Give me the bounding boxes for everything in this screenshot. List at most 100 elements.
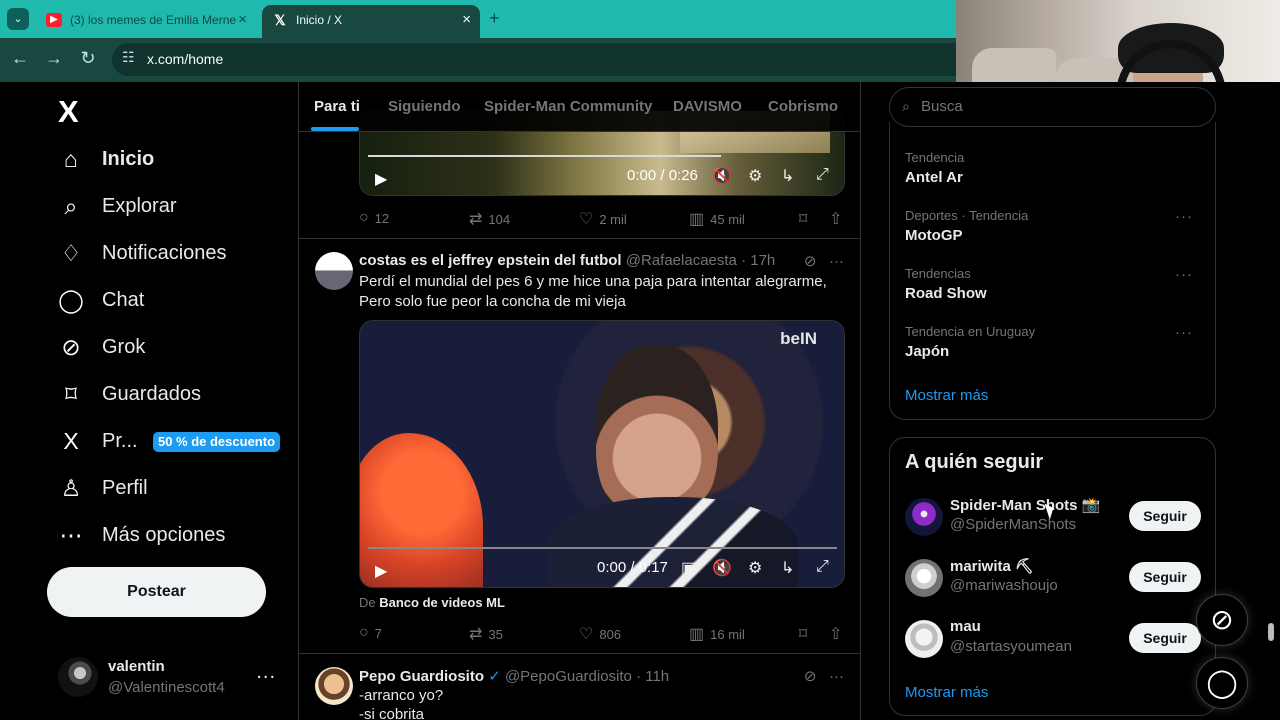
suggestion-name[interactable]: mariwita ⛏ xyxy=(950,557,1034,575)
more-icon[interactable]: ··· xyxy=(829,668,844,685)
url-field[interactable]: ☷ x.com/home xyxy=(112,43,956,76)
trend-item[interactable]: Tendencia en Uruguay Japón ··· xyxy=(905,324,1201,372)
bookmark-button[interactable]: ⌑ xyxy=(799,624,807,644)
scrollbar-thumb[interactable] xyxy=(1268,623,1274,641)
tab-spider-man-community[interactable]: Spider-Man Community xyxy=(484,98,652,115)
follow-button[interactable]: Seguir xyxy=(1129,623,1201,653)
author-handle[interactable]: @PepoGuardiosito xyxy=(505,668,632,685)
reload-icon[interactable]: ↻ xyxy=(77,47,99,69)
play-icon[interactable]: ▶ xyxy=(375,561,387,581)
video-player[interactable]: beIN ▶ 0:00 / 0:17 ▣ 🔇 ⚙ ↳ ⤢ xyxy=(359,320,845,588)
nav-notifications[interactable]: ♢ Notificaciones xyxy=(58,234,227,272)
nav-chat[interactable]: ◯ Chat xyxy=(58,281,144,319)
follow-suggestion[interactable]: mariwita ⛏ @mariwashoujo Seguir xyxy=(905,557,1201,607)
follow-suggestion[interactable]: Spider-Man Shots 📸 @SpiderManShots Segui… xyxy=(905,496,1201,546)
show-more-link[interactable]: Mostrar más xyxy=(905,684,988,701)
avatar[interactable] xyxy=(905,559,943,597)
nav-profile[interactable]: ♙ Perfil xyxy=(58,469,148,507)
source-link[interactable]: Banco de videos ML xyxy=(379,595,505,610)
suggestion-handle[interactable]: @mariwashoujo xyxy=(950,577,1058,594)
more-icon[interactable]: ··· xyxy=(1175,266,1193,283)
trend-item[interactable]: Tendencias Road Show ··· xyxy=(905,266,1201,314)
avatar[interactable] xyxy=(315,667,353,705)
account-switcher[interactable]: valentin @Valentinescott4 ... xyxy=(58,652,286,702)
more-icon[interactable]: ··· xyxy=(1175,208,1193,225)
views-button[interactable]: ▥ 16 mil xyxy=(689,624,745,644)
nav-more-options[interactable]: ⋯ Más opciones xyxy=(58,516,226,554)
nav-bookmarks[interactable]: ⌑ Guardados xyxy=(58,375,201,413)
tab-search-button[interactable]: ⌄ xyxy=(7,8,29,30)
tab-siguiendo[interactable]: Siguiendo xyxy=(388,98,461,115)
trend-item[interactable]: Deportes · Tendencia MotoGP ··· xyxy=(905,208,1201,256)
bookmark-button[interactable]: ⌑ xyxy=(799,209,807,229)
grok-icon[interactable]: ⊘ xyxy=(804,668,817,685)
tab-x-home[interactable]: 𝕏 Inicio / X × xyxy=(262,5,480,38)
play-icon[interactable]: ▶ xyxy=(375,169,387,189)
follow-button[interactable]: Seguir xyxy=(1129,501,1201,531)
suggestion-name[interactable]: Spider-Man Shots 📸 xyxy=(950,496,1100,514)
captions-icon[interactable]: ▣ xyxy=(681,558,696,578)
reply-button[interactable]: ○ 7 xyxy=(359,624,382,642)
views-button[interactable]: ▥ 45 mil xyxy=(689,209,745,229)
reply-button[interactable]: ○ 12 xyxy=(359,209,389,227)
video-progress[interactable] xyxy=(368,547,838,549)
author-name[interactable]: costas es el jeffrey epstein del futbol xyxy=(359,252,622,269)
new-tab-button[interactable]: + xyxy=(489,8,500,29)
follow-suggestion[interactable]: mau @startasyoumean Seguir xyxy=(905,618,1201,668)
author-handle[interactable]: @Rafaelacaesta xyxy=(626,252,737,269)
author-name[interactable]: Pepo Guardiosito xyxy=(359,668,484,685)
show-more-link[interactable]: Mostrar más xyxy=(905,387,988,404)
settings-icon[interactable]: ⚙ xyxy=(748,558,762,578)
tweet-time[interactable]: · 17h xyxy=(741,252,775,269)
more-icon[interactable]: ... xyxy=(256,661,276,684)
chat-floating-button[interactable]: ◯ xyxy=(1196,657,1248,709)
more-icon[interactable]: ··· xyxy=(829,253,844,270)
nav-premium[interactable]: X Pr... xyxy=(58,422,137,460)
page-scrollbar[interactable] xyxy=(1267,162,1275,712)
repost-button[interactable]: ⇄ 35 xyxy=(469,624,503,644)
nav-home[interactable]: ⌂ Inicio xyxy=(58,140,154,178)
site-info-icon[interactable]: ☷ xyxy=(122,49,135,66)
nav-label: Perfil xyxy=(102,476,148,499)
grok-floating-button[interactable]: ⊘ xyxy=(1196,594,1248,646)
search-box[interactable]: ⌕ Busca xyxy=(889,87,1216,127)
close-icon[interactable]: × xyxy=(462,11,471,28)
tweet-time[interactable]: · 11h xyxy=(636,668,669,685)
settings-icon[interactable]: ⚙ xyxy=(748,166,762,186)
tab-cobrismo[interactable]: Cobrismo xyxy=(768,98,838,115)
video-progress[interactable] xyxy=(368,155,722,157)
avatar[interactable] xyxy=(905,498,943,536)
mute-icon[interactable]: 🔇 xyxy=(712,558,732,578)
post-button[interactable]: Postear xyxy=(47,567,266,617)
tab-davismo[interactable]: DAVISMO xyxy=(673,98,742,115)
more-icon[interactable]: ··· xyxy=(1175,324,1193,341)
repost-button[interactable]: ⇄ 104 xyxy=(469,209,510,229)
suggestion-name[interactable]: mau xyxy=(950,618,981,635)
pip-icon[interactable]: ↳ xyxy=(781,558,794,578)
suggestion-handle[interactable]: @startasyoumean xyxy=(950,638,1072,655)
nav-explore[interactable]: ⌕ Explorar xyxy=(58,187,177,225)
like-button[interactable]: ♡ 806 xyxy=(579,624,621,644)
pip-icon[interactable]: ↳ xyxy=(781,166,794,186)
mute-icon[interactable]: 🔇 xyxy=(712,166,732,186)
follow-button[interactable]: Seguir xyxy=(1129,562,1201,592)
tab-para-ti[interactable]: Para ti xyxy=(314,98,360,115)
nav-grok[interactable]: ⊘ Grok xyxy=(58,328,145,366)
avatar[interactable] xyxy=(905,620,943,658)
back-icon[interactable]: ← xyxy=(9,47,31,69)
nav-label: Inicio xyxy=(102,147,155,170)
share-button[interactable]: ⇧ xyxy=(829,624,842,644)
grok-icon[interactable]: ⊘ xyxy=(804,253,817,270)
premium-discount-badge[interactable]: 50 % de descuento xyxy=(153,432,280,452)
tab-youtube[interactable]: ▶ (3) los memes de Emilia Merne × xyxy=(36,5,256,38)
trend-item[interactable]: Tendencia Antel Ar xyxy=(905,150,1201,198)
x-logo[interactable]: X xyxy=(58,94,79,130)
fullscreen-icon[interactable]: ⤢ xyxy=(816,558,829,576)
suggestion-handle[interactable]: @SpiderManShots xyxy=(950,516,1076,533)
avatar[interactable] xyxy=(315,252,353,290)
share-button[interactable]: ⇧ xyxy=(829,209,842,229)
like-button[interactable]: ♡ 2 mil xyxy=(579,209,627,229)
forward-icon[interactable]: → xyxy=(43,47,65,69)
close-icon[interactable]: × xyxy=(238,11,247,28)
fullscreen-icon[interactable]: ⤢ xyxy=(816,166,829,184)
